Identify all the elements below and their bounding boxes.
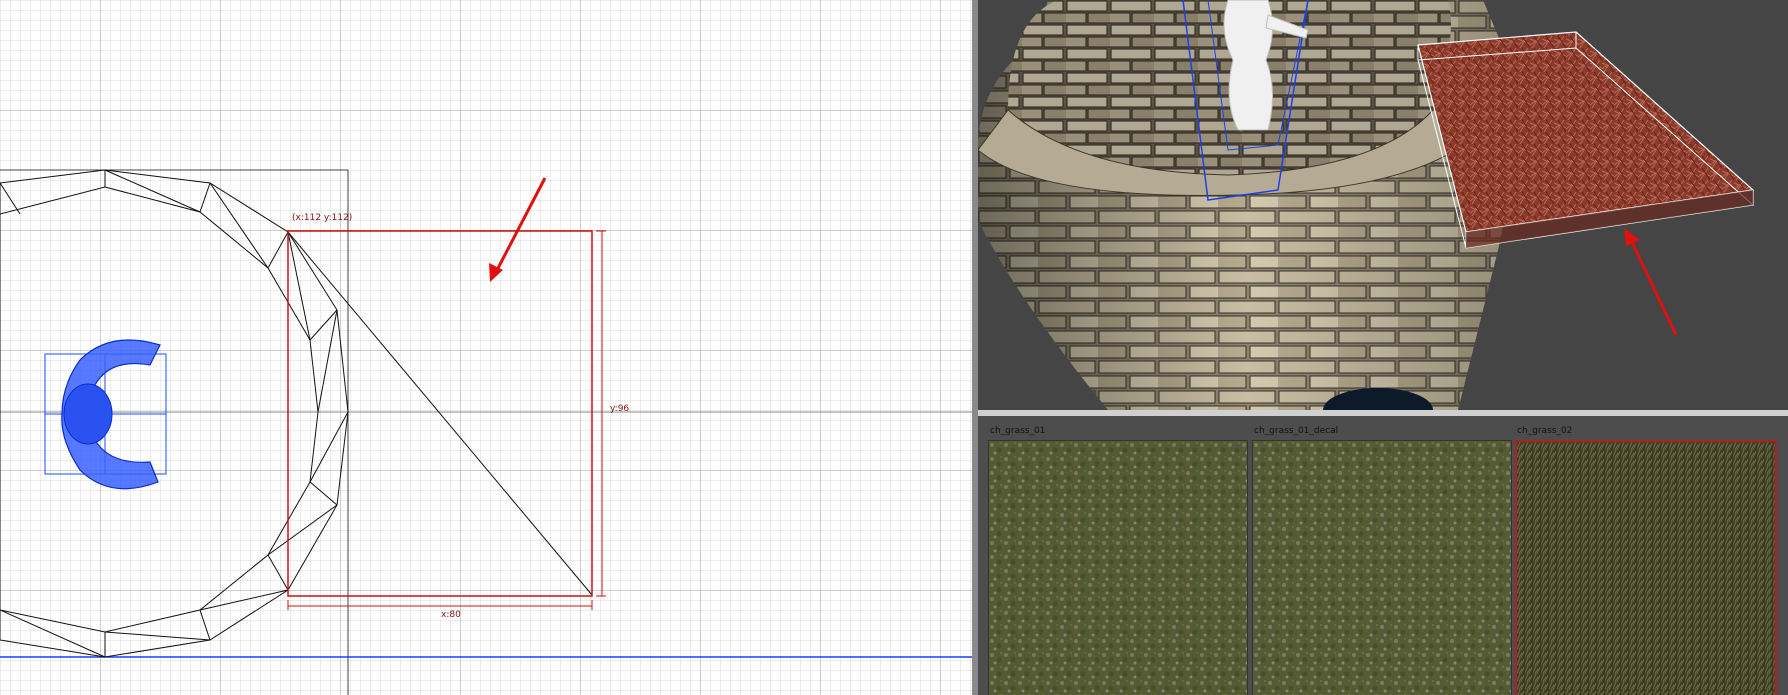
texture-name: ch_grass_02: [1517, 426, 1573, 436]
selection-width-label: x:80: [441, 610, 461, 620]
texture-tile[interactable]: ch_grass_01_decal: [1252, 426, 1512, 695]
texture-tile[interactable]: ch_grass_01: [988, 426, 1248, 695]
texture-preview-grass-02[interactable]: [1515, 440, 1777, 695]
texture-browser[interactable]: ch_grass_01 ch_grass_01_decal ch_grass_0…: [978, 416, 1788, 695]
grid-canvas[interactable]: (x:112 y:112) x:80 y:96: [0, 0, 972, 695]
texture-preview-grass-01-decal[interactable]: [1252, 440, 1512, 695]
texture-preview-grass-01[interactable]: [988, 440, 1248, 695]
camera-3d-viewport[interactable]: [978, 0, 1788, 410]
texture-tile-selected[interactable]: ch_grass_02: [1515, 426, 1777, 695]
texture-name: ch_grass_01_decal: [1254, 426, 1339, 436]
selected-brush-3d[interactable]: [1417, 31, 1755, 249]
top-grid-viewport[interactable]: (x:112 y:112) x:80 y:96: [0, 0, 972, 695]
selection-height-label: y:96: [610, 404, 629, 414]
selection-corner-label: (x:112 y:112): [292, 213, 352, 223]
texture-name: ch_grass_01: [990, 426, 1046, 436]
annotation-arrow-3d: [1624, 228, 1678, 336]
camera-canvas[interactable]: [978, 0, 1788, 410]
